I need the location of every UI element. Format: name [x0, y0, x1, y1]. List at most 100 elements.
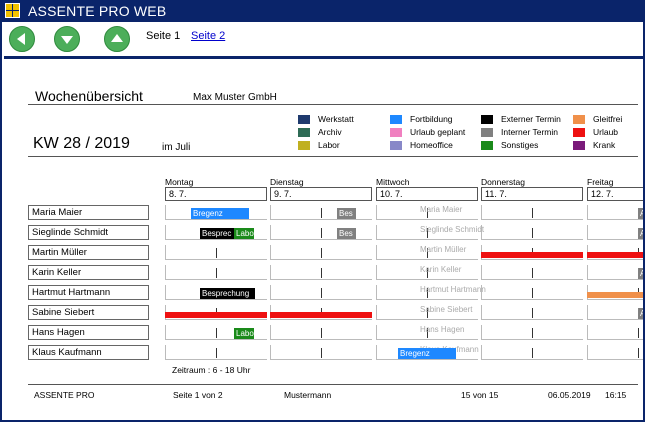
midday-tick — [216, 348, 217, 358]
app-icon — [5, 3, 20, 18]
midday-tick — [638, 328, 639, 338]
legend-swatch — [298, 128, 310, 137]
current-page-label: Seite 1 — [146, 30, 181, 42]
legend-swatch — [298, 115, 310, 124]
midday-tick — [321, 248, 322, 258]
schedule-event[interactable] — [587, 252, 643, 258]
schedule-event[interactable] — [165, 312, 267, 318]
legend-swatch — [481, 115, 493, 124]
footer-app: ASSENTE PRO — [34, 390, 95, 400]
midday-tick — [532, 208, 533, 218]
schedule-event[interactable]: Bes — [337, 208, 356, 219]
legend-label: Gleitfrei — [593, 114, 623, 124]
time-range: Zeitraum : 6 - 18 Uhr — [172, 365, 251, 375]
faded-name: Maria Maier — [420, 205, 463, 214]
window-title: ASSENTE PRO WEB — [28, 3, 167, 19]
faded-name: Hartmut Hartmann — [420, 285, 486, 294]
employee-name[interactable]: Hans Hagen — [28, 325, 149, 340]
legend-label: Urlaub geplant — [410, 127, 466, 137]
legend-swatch — [573, 141, 585, 150]
legend-item: Werkstatt — [298, 114, 370, 126]
legend-divider — [28, 156, 638, 157]
day-cell[interactable] — [587, 345, 643, 360]
day-date: 8. 7. — [165, 187, 267, 201]
schedule-event[interactable]: A — [638, 228, 643, 239]
schedule-event[interactable] — [587, 292, 643, 298]
schedule-event[interactable]: Labo — [234, 328, 254, 339]
legend-label: Fortbildung — [410, 114, 453, 124]
legend-item: Externer Termin — [481, 114, 561, 126]
midday-tick — [532, 268, 533, 278]
day-date: 11. 7. — [481, 187, 583, 201]
day-cell[interactable] — [587, 205, 643, 220]
schedule-event[interactable]: Besprechung — [200, 288, 255, 299]
footer-time: 16:15 — [605, 390, 627, 400]
employee-name[interactable]: Klaus Kaufmann — [28, 345, 149, 360]
faded-name: Karin Keller — [420, 265, 462, 274]
legend-swatch — [481, 141, 493, 150]
schedule-event[interactable] — [481, 252, 583, 258]
schedule-event[interactable]: Bes — [337, 228, 356, 239]
legend-label: Archiv — [318, 127, 342, 137]
schedule-event[interactable]: A — [638, 308, 643, 319]
midday-tick — [321, 268, 322, 278]
day-name: Freitag — [587, 177, 614, 187]
employee-name[interactable]: Sabine Siebert — [28, 305, 149, 320]
legend-item: Fortbildung — [390, 114, 462, 126]
footer-divider — [28, 384, 638, 385]
day-date: 9. 7. — [270, 187, 372, 201]
page-title: Wochenübersicht — [35, 88, 143, 104]
midday-tick — [216, 328, 217, 338]
day-date: 10. 7. — [376, 187, 478, 201]
schedule-event[interactable]: Labo — [234, 228, 254, 239]
midday-tick — [321, 288, 322, 298]
legend-swatch — [390, 128, 402, 137]
schedule-event[interactable]: A — [638, 268, 643, 279]
midday-tick — [638, 348, 639, 358]
legend-item: Gleitfrei — [573, 114, 643, 126]
legend-item: Urlaub geplant — [390, 127, 466, 139]
midday-tick — [532, 348, 533, 358]
legend-label: Sonstiges — [501, 140, 539, 150]
arrow-down-icon — [61, 36, 73, 44]
midday-tick — [216, 248, 217, 258]
footer-count: 15 von 15 — [461, 390, 499, 400]
schedule-event[interactable]: A — [638, 208, 643, 219]
legend-label: Krank — [593, 140, 616, 150]
schedule-event[interactable]: Bregenz — [191, 208, 249, 219]
legend-label: Homeoffice — [410, 140, 453, 150]
day-cell[interactable] — [587, 305, 643, 320]
employee-name[interactable]: Martin Müller — [28, 245, 149, 260]
scroll-down-button[interactable] — [54, 26, 80, 52]
legend-swatch — [573, 115, 585, 124]
schedule-event[interactable]: Besprec — [200, 228, 238, 239]
day-cell[interactable] — [587, 325, 643, 340]
day-name: Dienstag — [270, 177, 304, 187]
employee-name[interactable]: Sieglinde Schmidt — [28, 225, 149, 240]
legend-item: Urlaub — [573, 127, 643, 139]
day-cell[interactable] — [587, 225, 643, 240]
back-button[interactable] — [9, 26, 35, 52]
day-date: 12. 7. — [587, 187, 643, 201]
header-divider — [28, 104, 638, 105]
page-2-link[interactable]: Seite 2 — [191, 30, 225, 42]
schedule-event[interactable] — [270, 312, 372, 318]
legend-item: Homeoffice — [390, 140, 462, 152]
legend-item: Labor — [298, 140, 370, 152]
legend-item: Archiv — [298, 127, 370, 139]
faded-name: Sieglinde Schmidt — [420, 225, 485, 234]
midday-tick — [321, 328, 322, 338]
footer-user: Mustermann — [284, 390, 332, 400]
arrow-left-icon — [17, 33, 25, 45]
employee-name[interactable]: Karin Keller — [28, 265, 149, 280]
navigation-bar: Seite 1 Seite 2 — [4, 22, 643, 59]
legend-swatch — [390, 141, 402, 150]
scroll-up-button[interactable] — [104, 26, 130, 52]
faded-name: Hans Hagen — [420, 325, 465, 334]
employee-name[interactable]: Maria Maier — [28, 205, 149, 220]
footer-date: 06.05.2019 — [548, 390, 591, 400]
day-cell[interactable] — [587, 265, 643, 280]
midday-tick — [532, 328, 533, 338]
schedule-event[interactable]: Bregenz — [398, 348, 456, 359]
employee-name[interactable]: Hartmut Hartmann — [28, 285, 149, 300]
